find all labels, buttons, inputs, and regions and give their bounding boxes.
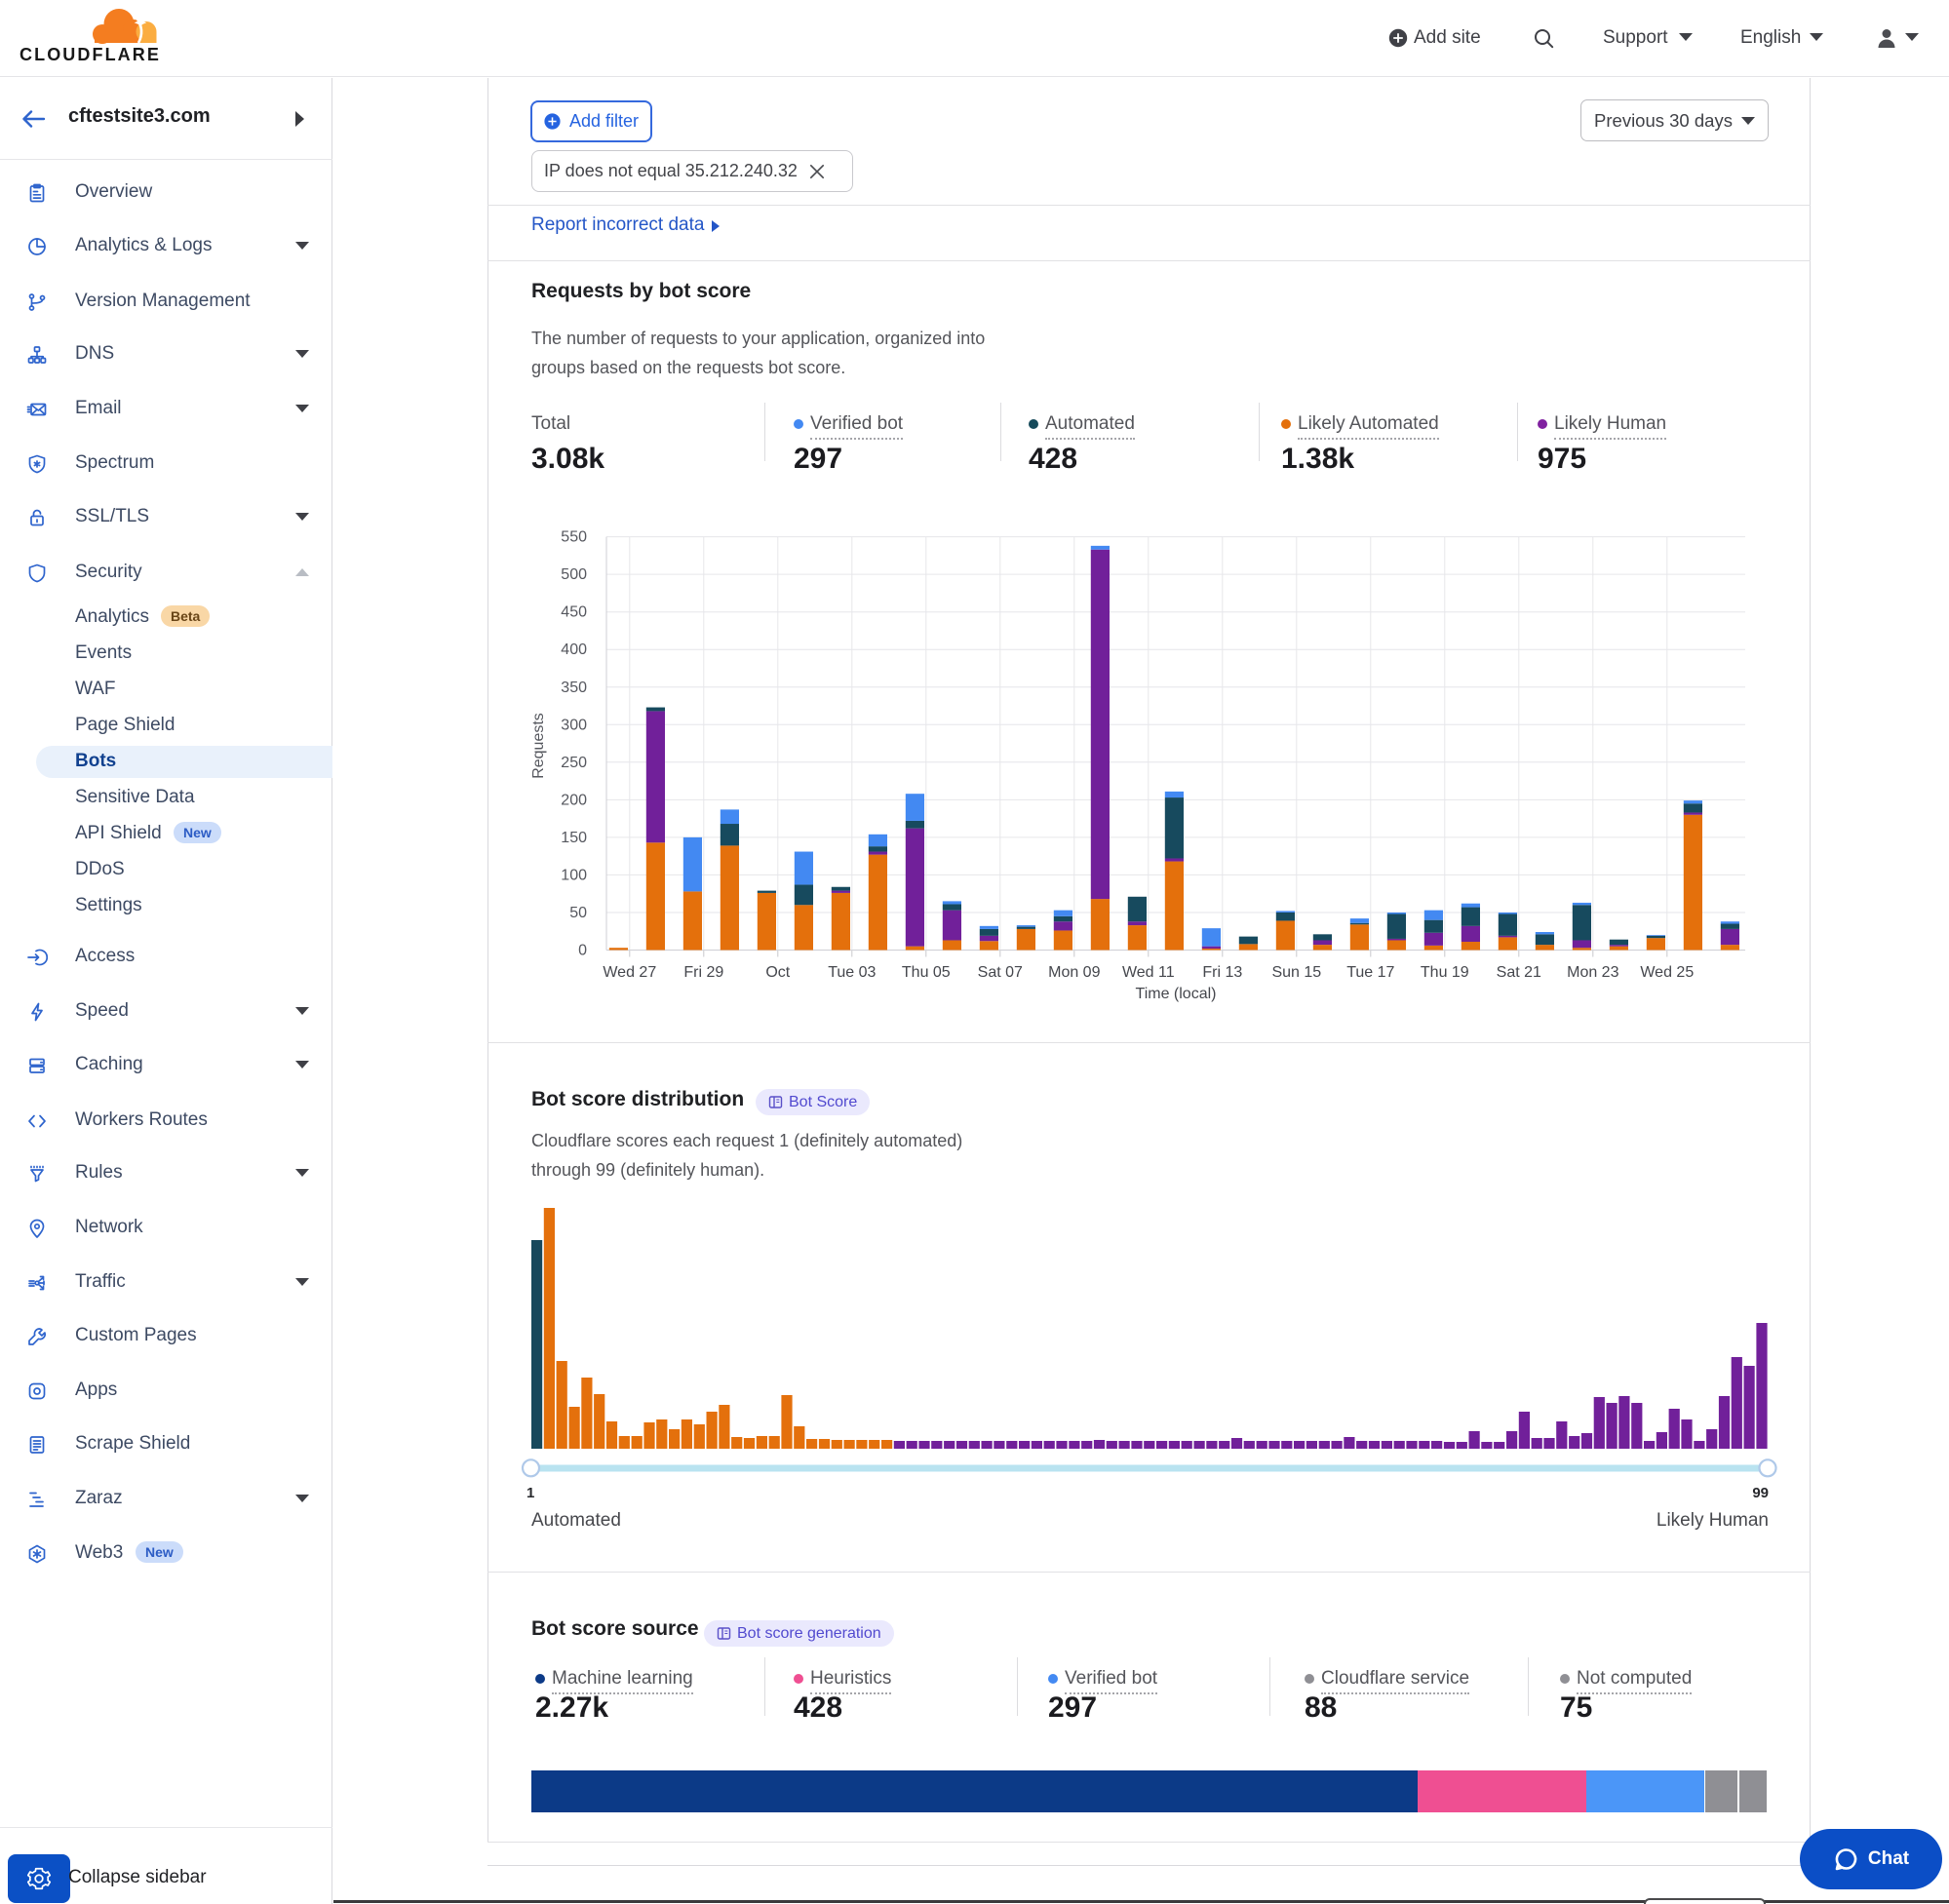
svg-text:Fri 13: Fri 13 [1202, 964, 1242, 981]
svg-text:500: 500 [561, 566, 587, 583]
svg-text:200: 200 [561, 792, 587, 808]
svg-text:150: 150 [561, 830, 587, 846]
svg-text:Tue 17: Tue 17 [1346, 964, 1394, 981]
svg-text:400: 400 [561, 641, 587, 658]
svg-text:450: 450 [561, 604, 587, 621]
svg-text:Mon 23: Mon 23 [1567, 964, 1618, 981]
svg-text:Sat 07: Sat 07 [978, 964, 1023, 981]
svg-text:50: 50 [569, 905, 587, 921]
svg-text:100: 100 [561, 867, 587, 883]
svg-text:Sun 15: Sun 15 [1271, 964, 1321, 981]
svg-text:Mon 09: Mon 09 [1048, 964, 1100, 981]
svg-text:Oct: Oct [765, 964, 790, 981]
svg-text:CLOUDFLARE: CLOUDFLARE [19, 45, 161, 64]
svg-text:Requests: Requests [530, 713, 547, 779]
svg-text:Time (local): Time (local) [1136, 986, 1217, 1002]
svg-text:250: 250 [561, 755, 587, 771]
svg-text:Fri 29: Fri 29 [683, 964, 723, 981]
svg-text:Thu 05: Thu 05 [902, 964, 951, 981]
svg-text:Wed 25: Wed 25 [1640, 964, 1694, 981]
svg-text:Wed 11: Wed 11 [1122, 964, 1175, 981]
svg-text:550: 550 [561, 529, 587, 546]
svg-text:Wed 27: Wed 27 [603, 964, 656, 981]
svg-text:Sat 21: Sat 21 [1497, 964, 1541, 981]
svg-text:350: 350 [561, 680, 587, 696]
svg-text:Thu 19: Thu 19 [1421, 964, 1469, 981]
svg-text:Tue 03: Tue 03 [828, 964, 876, 981]
svg-text:300: 300 [561, 717, 587, 733]
svg-text:0: 0 [578, 943, 587, 959]
